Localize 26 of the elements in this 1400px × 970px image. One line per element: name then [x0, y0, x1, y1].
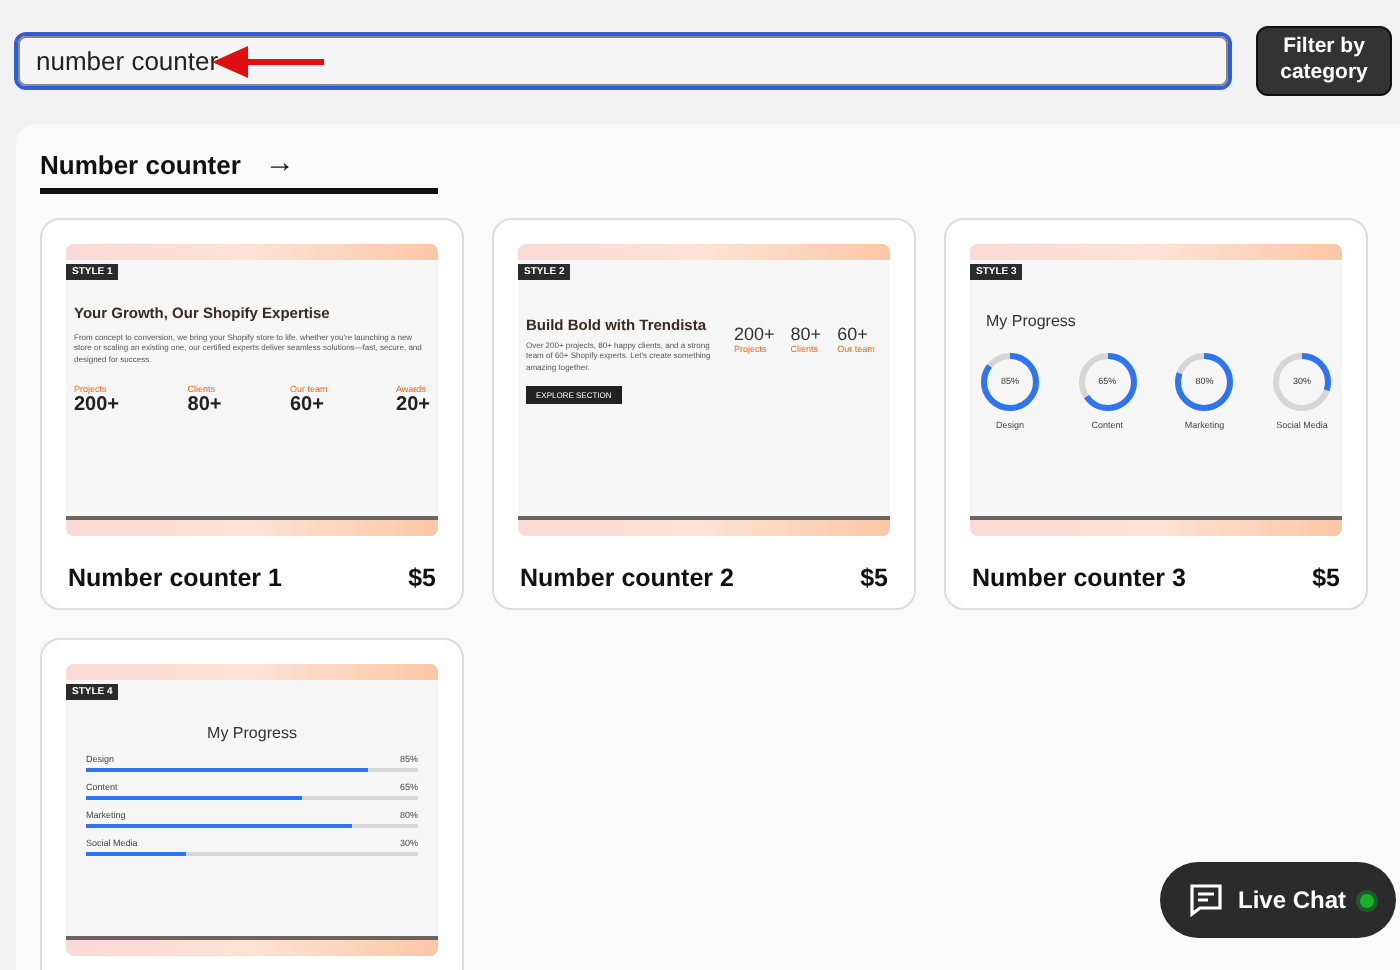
product-card[interactable]	[40, 218, 464, 610]
progress-ring	[1172, 350, 1237, 414]
preview-heading: My Progress	[986, 312, 1078, 330]
stat-value: 200+	[74, 394, 120, 417]
progress-ring	[978, 350, 1042, 414]
card-price: $5	[408, 564, 436, 592]
product-card[interactable]	[492, 218, 916, 610]
stat-value: 80+	[790, 324, 822, 344]
filter-button[interactable]: Filter by category	[1256, 25, 1392, 95]
live-chat-button[interactable]: Live Chat	[1160, 862, 1396, 938]
progress-ring	[1269, 350, 1334, 414]
card-price: $5	[1312, 564, 1340, 592]
stat-value: 60+	[837, 324, 870, 344]
card-title: Number counter 1	[68, 564, 282, 592]
stat-value: 20+	[396, 394, 430, 417]
stat-value: 60+	[290, 394, 326, 417]
preview-heading: My Progress	[205, 724, 299, 742]
stat-value: 80+	[187, 394, 222, 417]
card-title: Number counter 2	[520, 564, 734, 592]
card-price: $5	[860, 564, 888, 592]
card-title: Number counter 3	[972, 564, 1186, 592]
section-tab[interactable]: Number counter →	[40, 150, 438, 194]
stat-value: 200+	[734, 324, 775, 344]
search-field[interactable]: number counter	[14, 31, 1232, 89]
chat-icon	[1188, 882, 1224, 918]
progress-ring	[1075, 350, 1140, 414]
